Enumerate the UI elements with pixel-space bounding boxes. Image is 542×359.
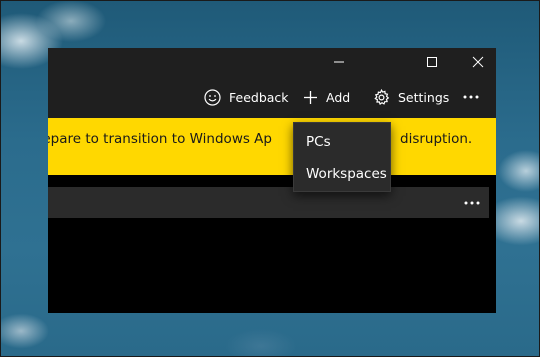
feedback-button[interactable]: Feedback [204,76,289,118]
add-label: Add [326,89,351,105]
desktop-background: Feedback Add Settings pare to transition… [0,0,540,357]
transition-notice-banner: uld prepare to transition to Windows Ap … [48,118,496,175]
add-button[interactable]: Add [303,76,350,118]
banner-text-left: uld prepare to transition to Windows Ap [48,131,272,147]
menu-item-pcs[interactable]: PCs [294,126,390,158]
more-options-button[interactable] [462,76,488,118]
settings-label: Settings [398,89,450,105]
title-bar[interactable] [48,48,496,76]
feedback-label: Feedback [229,89,289,105]
banner-text-right: disruption. [400,131,473,147]
group-more-button[interactable] [463,187,481,218]
menu-item-workspaces[interactable]: Workspaces [294,158,390,190]
maximize-button[interactable] [409,48,455,76]
remote-desktop-app-window: Feedback Add Settings pare to transition… [48,48,496,313]
close-button[interactable] [455,48,496,76]
close-icon [472,56,484,68]
ellipsis-icon [463,95,479,99]
minimize-icon [334,61,344,63]
maximize-icon [427,57,437,67]
settings-button[interactable]: Settings [373,76,449,118]
smiley-icon [204,88,221,106]
connections-group-header [48,187,489,218]
gear-icon [374,88,390,105]
ellipsis-icon [464,201,480,204]
command-bar: Feedback Add Settings [48,76,496,118]
plus-icon [304,90,317,104]
minimize-button[interactable] [316,48,362,76]
add-dropdown-menu: PCs Workspaces [293,122,391,192]
